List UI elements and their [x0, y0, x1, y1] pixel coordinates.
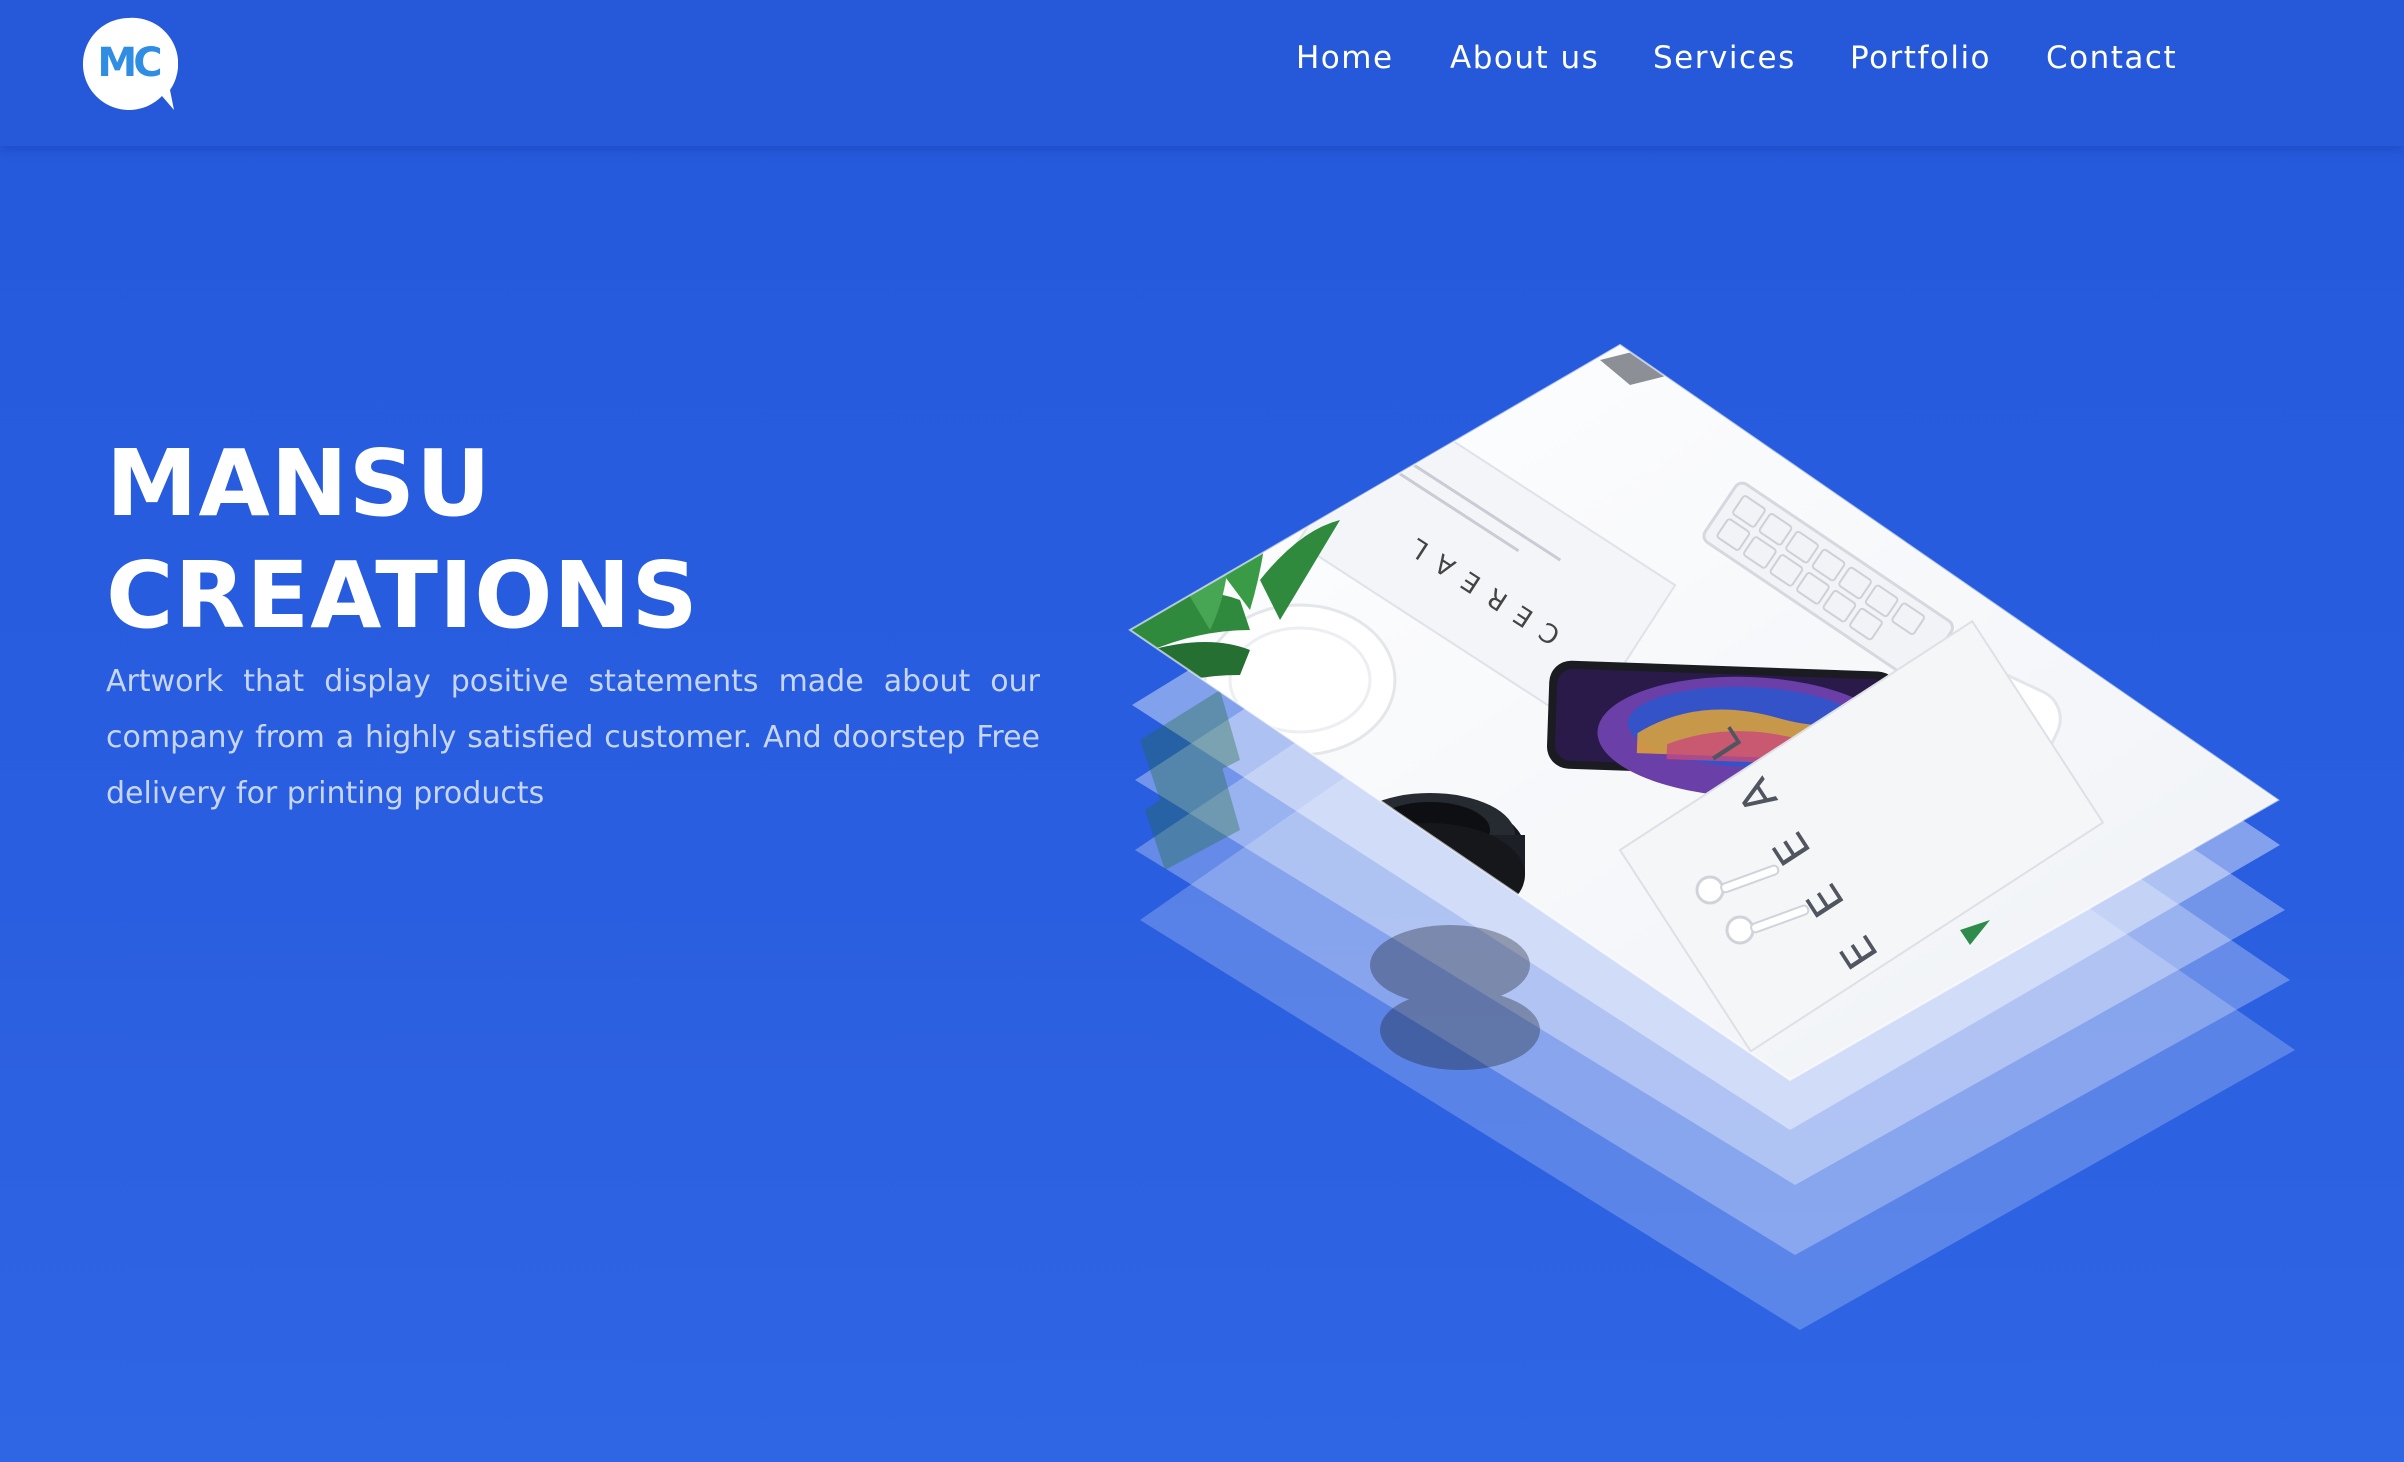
nav-contact-link[interactable]: Contact — [2046, 40, 2177, 76]
nav-about-link[interactable]: About us — [1450, 40, 1599, 76]
brand-logo[interactable]: MC — [78, 14, 179, 114]
mc-logo-icon: MC — [82, 17, 179, 110]
hero-illustration: CEREAL E E E A L — [1100, 330, 2320, 1410]
svg-text:MC: MC — [97, 40, 160, 86]
hero-description: Artwork that display positive statements… — [106, 664, 1040, 811]
top-navigation-bar: MC Home About us Services Portfolio Cont… — [0, 0, 2404, 146]
hero-title-line-1: MANSU — [106, 430, 492, 537]
nav-portfolio-link[interactable]: Portfolio — [1850, 40, 1991, 76]
nav-services-link[interactable]: Services — [1653, 40, 1796, 76]
hero-title: MANSU CREATIONS — [106, 428, 699, 652]
stacked-layers-icon: CEREAL E E E A L — [1128, 343, 2295, 1330]
nav-home-link[interactable]: Home — [1296, 40, 1394, 76]
hero-title-line-2: CREATIONS — [106, 542, 699, 649]
